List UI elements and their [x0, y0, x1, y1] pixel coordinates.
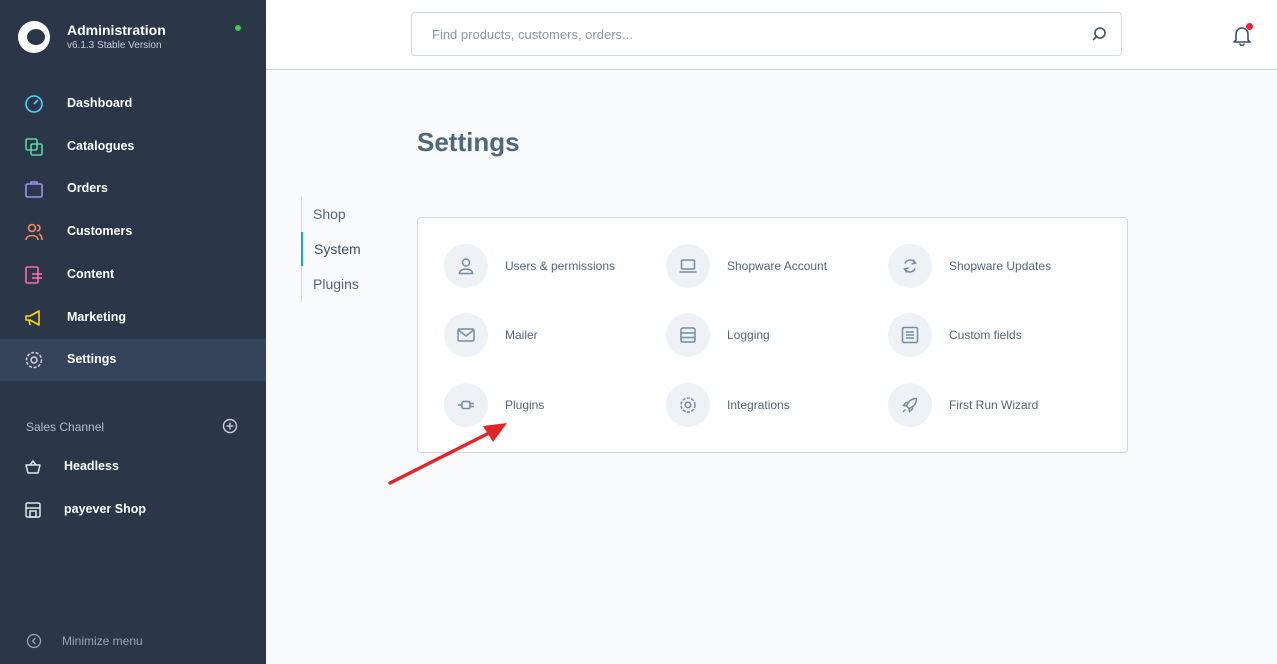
plug-icon: [458, 400, 474, 410]
tile-icon-circle: [666, 313, 710, 357]
nav-item-orders[interactable]: Orders: [0, 168, 266, 210]
nav-item-customers[interactable]: Customers: [0, 211, 266, 253]
tile-shopware-updates[interactable]: Shopware Updates: [888, 244, 1098, 292]
content-icon: [25, 266, 42, 284]
notification-badge: [1246, 23, 1253, 30]
tile-label: Users & permissions: [505, 259, 616, 273]
brand-header: Administration v6.1.3 Stable Version: [0, 0, 266, 70]
orders-icon: [25, 181, 43, 198]
catalogue-icon: [25, 138, 43, 156]
settings-system-card: Users & permissions Shopware Account Sho…: [417, 217, 1128, 453]
sales-channel-label: Headless: [64, 459, 119, 473]
tile-first-run-wizard[interactable]: First Run Wizard: [888, 383, 1098, 431]
tile-icon-circle: [444, 244, 488, 288]
nav-item-content[interactable]: Content: [0, 254, 266, 296]
settings-icon: [25, 351, 43, 369]
tab-shop[interactable]: Shop: [302, 197, 392, 231]
sales-channel-label: payever Shop: [64, 502, 146, 516]
sidebar: Administration v6.1.3 Stable Version Das…: [0, 0, 266, 664]
tile-icon-circle: [888, 313, 932, 357]
nav-label: Content: [67, 267, 115, 281]
dashboard-icon: [25, 95, 43, 113]
settings-tabs: Shop System Plugins: [301, 196, 391, 302]
list-icon: [901, 326, 919, 344]
tile-label: Logging: [727, 328, 770, 342]
tile-users-permissions[interactable]: Users & permissions: [444, 244, 654, 292]
sales-channel-header: Sales Channel: [26, 420, 105, 434]
online-status-dot: [235, 25, 241, 31]
search-bar: [411, 12, 1122, 56]
nav-item-settings[interactable]: Settings: [0, 339, 266, 381]
annotation-arrow-icon: [388, 423, 507, 485]
search-input[interactable]: [432, 13, 1072, 55]
tile-label: Shopware Account: [727, 259, 828, 273]
tile-label: Custom fields: [949, 328, 1022, 342]
minimize-menu-button[interactable]: Minimize menu: [0, 625, 266, 657]
laptop-icon: [679, 259, 697, 273]
basket-icon: [25, 459, 41, 474]
user-icon: [458, 258, 474, 275]
brand-title: Administration: [67, 22, 166, 38]
nav-label: Customers: [67, 224, 133, 238]
nav-label: Marketing: [67, 310, 127, 324]
nav-item-catalogues[interactable]: Catalogues: [0, 126, 266, 168]
tile-integrations[interactable]: Integrations: [666, 383, 876, 431]
tile-shopware-account[interactable]: Shopware Account: [666, 244, 876, 292]
rocket-icon: [902, 397, 918, 413]
tile-icon-circle: [666, 383, 710, 427]
server-icon: [680, 327, 696, 343]
envelope-icon: [457, 328, 475, 342]
gear-icon: [680, 397, 696, 413]
tile-label: First Run Wizard: [949, 398, 1039, 412]
tile-icon-circle: [666, 244, 710, 288]
tile-label: Plugins: [505, 398, 545, 412]
page-title: Settings: [417, 127, 520, 157]
tile-mailer[interactable]: Mailer: [444, 313, 654, 361]
shopware-logo-icon[interactable]: [18, 21, 50, 53]
nav-item-marketing[interactable]: Marketing: [0, 297, 266, 339]
tab-system[interactable]: System: [301, 232, 391, 266]
nav-label: Dashboard: [67, 96, 133, 110]
nav-item-dashboard[interactable]: Dashboard: [0, 83, 266, 125]
nav-label: Settings: [67, 352, 117, 366]
tile-logging[interactable]: Logging: [666, 313, 876, 361]
minimize-menu-label: Minimize menu: [62, 634, 143, 648]
tile-custom-fields[interactable]: Custom fields: [888, 313, 1098, 361]
tile-label: Mailer: [505, 328, 538, 342]
refresh-icon: [903, 259, 917, 273]
add-sales-channel-icon[interactable]: [222, 418, 238, 434]
top-bar: [266, 0, 1277, 70]
brand-version: v6.1.3 Stable Version: [67, 40, 162, 51]
tile-icon-circle: [888, 383, 932, 427]
tile-label: Integrations: [727, 398, 790, 412]
nav-label: Orders: [67, 181, 108, 195]
tile-label: Shopware Updates: [949, 259, 1052, 273]
sales-channel-payever-shop[interactable]: payever Shop: [0, 490, 266, 530]
tile-icon-circle: [444, 313, 488, 357]
customers-icon: [25, 223, 43, 241]
sales-channel-headless[interactable]: Headless: [0, 447, 266, 487]
search-icon[interactable]: [1091, 26, 1107, 42]
chevron-left-circle-icon: [26, 633, 42, 649]
tile-icon-circle: [888, 244, 932, 288]
nav-label: Catalogues: [67, 139, 135, 153]
storefront-icon: [25, 502, 41, 518]
marketing-icon: [25, 310, 40, 326]
tab-plugins[interactable]: Plugins: [302, 267, 392, 301]
